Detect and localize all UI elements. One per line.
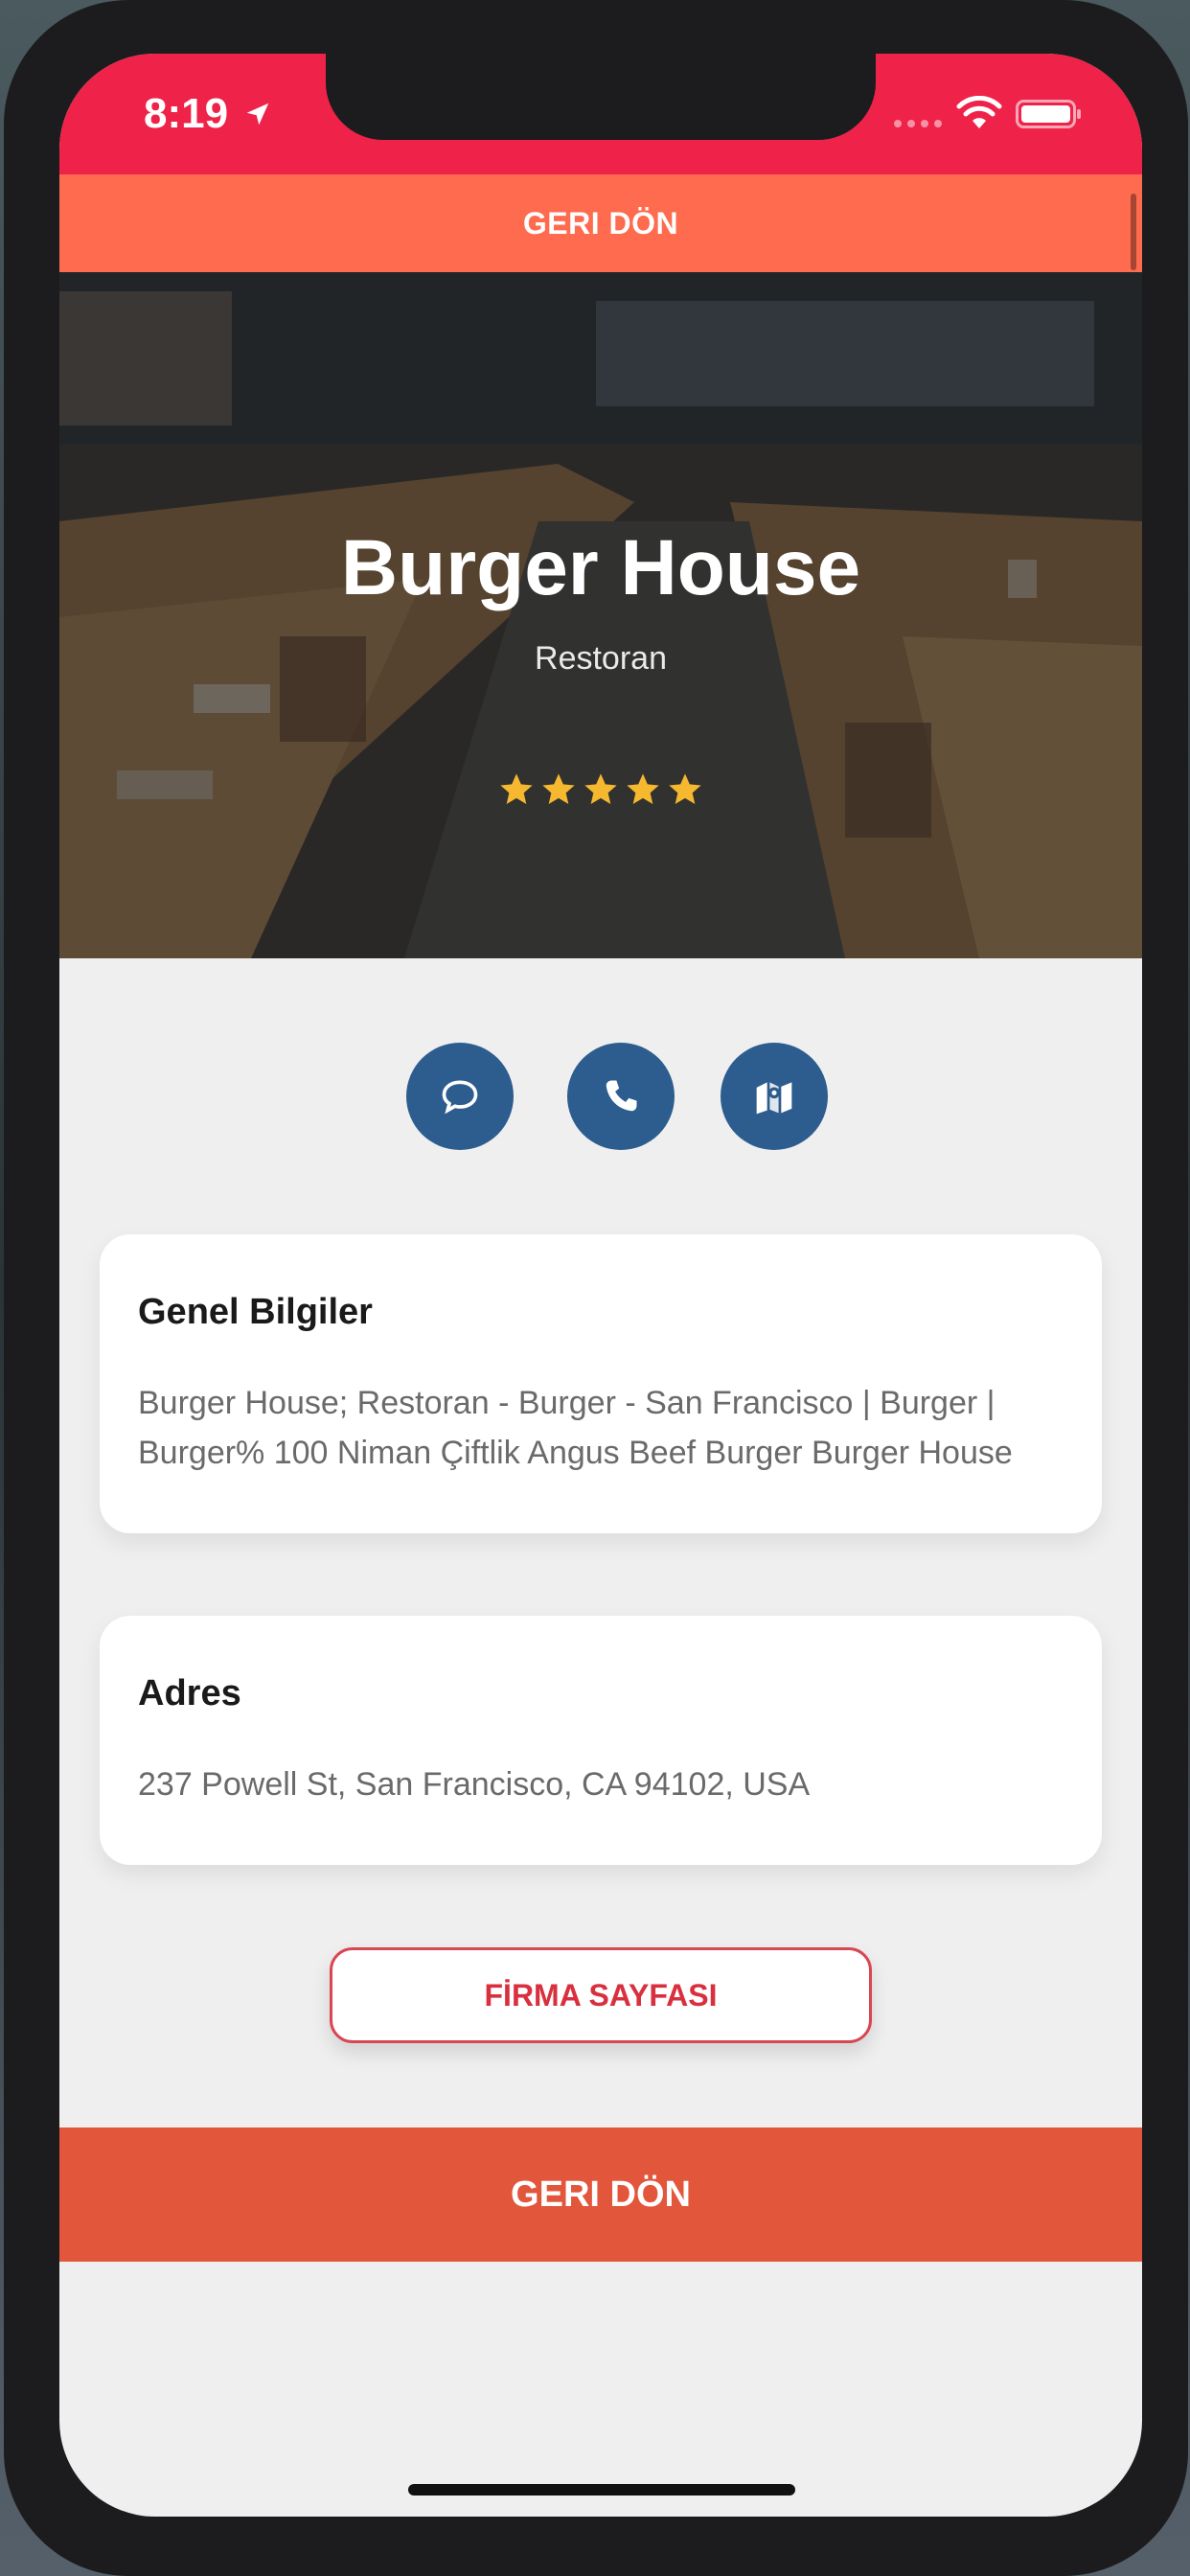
wifi-icon — [956, 96, 1002, 128]
battery-icon — [1016, 100, 1081, 128]
map-button[interactable] — [721, 1043, 828, 1150]
action-buttons — [59, 1043, 1142, 1150]
general-info-text: Burger House; Restoran - Burger - San Fr… — [138, 1385, 1013, 1471]
restaurant-name: Burger House — [340, 524, 861, 611]
chat-bubble-icon — [442, 1080, 478, 1115]
restaurant-category: Restoran — [535, 640, 667, 677]
star-icon — [669, 773, 701, 804]
phone-screen: 8:19 GERI DÖN Burger House Restoran Gene… — [59, 54, 1142, 2517]
phone-icon — [606, 1080, 637, 1112]
call-button[interactable] — [567, 1043, 675, 1150]
address-card: Adres 237 Powell St, San Francisco, CA 9… — [100, 1616, 1102, 1865]
general-info-title: Genel Bilgiler — [138, 1292, 373, 1332]
phone-frame: 8:19 GERI DÖN Burger House Restoran Gene… — [4, 0, 1188, 2576]
status-time: 8:19 — [144, 90, 229, 137]
scroll-indicator — [1131, 194, 1136, 270]
message-button[interactable] — [406, 1043, 514, 1150]
bottom-back-button[interactable]: GERI DÖN — [59, 2128, 1142, 2262]
company-page-button[interactable]: FİRMA SAYFASI — [330, 1947, 872, 2043]
address-text: 237 Powell St, San Francisco, CA 94102, … — [138, 1766, 811, 1803]
star-icon — [500, 773, 533, 804]
map-icon — [756, 1082, 792, 1115]
hero-dark-overlay — [59, 272, 1142, 958]
hero-image: Burger House Restoran — [59, 272, 1142, 958]
device-notch — [326, 54, 876, 140]
cellular-signal-icon — [894, 120, 942, 127]
address-title: Adres — [138, 1673, 241, 1714]
location-arrow-icon — [246, 103, 269, 126]
general-info-card: Genel Bilgiler Burger House; Restoran - … — [100, 1234, 1102, 1533]
star-icon — [627, 773, 659, 804]
top-back-button[interactable]: GERI DÖN — [59, 174, 1142, 272]
home-indicator[interactable] — [408, 2484, 795, 2496]
star-icon — [584, 773, 617, 804]
star-icon — [542, 773, 575, 804]
rating-stars — [59, 770, 1142, 809]
